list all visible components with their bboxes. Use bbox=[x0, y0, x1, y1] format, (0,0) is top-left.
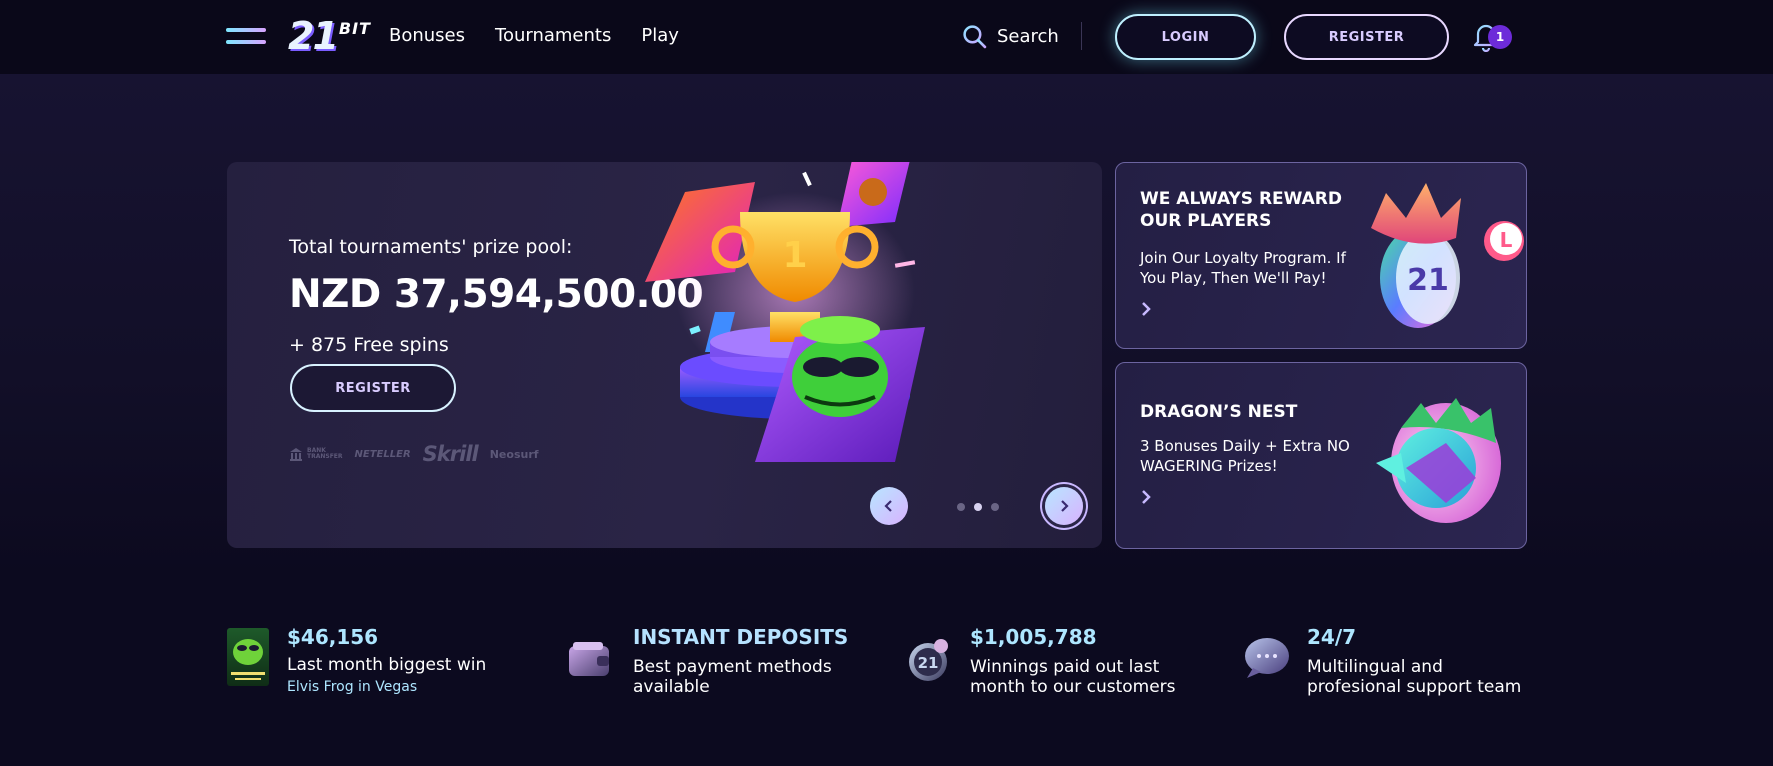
elvis-frog-thumbnail[interactable] bbox=[227, 628, 269, 686]
nav-item-tournaments[interactable]: Tournaments bbox=[495, 24, 611, 48]
coin-21-icon: 21 bbox=[909, 639, 948, 681]
svg-text:1: 1 bbox=[782, 235, 807, 276]
stat-biggest-win-desc: Last month biggest win bbox=[287, 655, 487, 675]
logo-suffix: BIT bbox=[338, 19, 371, 38]
hero-next-button[interactable] bbox=[1045, 487, 1083, 525]
hero-prize-amount: NZD 37,594,500.00 bbox=[289, 272, 704, 317]
svg-text:L: L bbox=[1500, 228, 1513, 252]
slide-dot[interactable] bbox=[957, 503, 965, 511]
dragons-nest-text: 3 Bonuses Daily + Extra NO WAGERING Priz… bbox=[1140, 437, 1350, 475]
login-button[interactable]: LOGIN bbox=[1115, 14, 1256, 60]
dragon-egg-illustration bbox=[1376, 398, 1501, 523]
chevron-right-icon bbox=[1142, 490, 1151, 504]
slide-dot-active[interactable] bbox=[974, 503, 982, 511]
hero-pre-title: Total tournaments' prize pool: bbox=[289, 236, 573, 258]
top-header: 21 BIT Bonuses Tournaments Play Search L… bbox=[0, 0, 1773, 74]
svg-text:21: 21 bbox=[918, 654, 939, 672]
chat-bubble-icon bbox=[1245, 638, 1289, 678]
loyalty-card-arrow[interactable] bbox=[1140, 300, 1152, 323]
slide-dot[interactable] bbox=[991, 503, 999, 511]
wallet-icon bbox=[569, 642, 609, 676]
hero-banner: Total tournaments' prize pool: NZD 37,59… bbox=[227, 162, 1102, 548]
main-nav: Bonuses Tournaments Play bbox=[389, 24, 679, 48]
neosurf-logo: Neosurf bbox=[489, 447, 539, 461]
bank-logo-line2: TRANSFER bbox=[307, 453, 343, 460]
loyalty-card-title: WE ALWAYS REWARD OUR PLAYERS bbox=[1140, 189, 1342, 231]
notification-count-badge: 1 bbox=[1488, 25, 1512, 49]
search-label: Search bbox=[997, 25, 1059, 47]
dragons-nest-card[interactable]: DRAGON’S NEST 3 Bonuses Daily + Extra NO… bbox=[1115, 362, 1527, 549]
loyalty-coin-illustration: 21 L bbox=[1371, 183, 1524, 328]
menu-icon[interactable] bbox=[226, 26, 266, 48]
site-logo[interactable]: 21 BIT bbox=[288, 12, 371, 56]
stat-instant-deposits-heading: INSTANT DEPOSITS bbox=[633, 625, 849, 649]
stat-biggest-win-amount: $46,156 bbox=[287, 625, 379, 649]
coin-label: 21 bbox=[1407, 263, 1449, 298]
payment-logos: BANK TRANSFER NETELLER Skrill Neosurf bbox=[289, 442, 539, 466]
hero-slide-dots bbox=[957, 503, 999, 511]
dragons-nest-title: DRAGON’S NEST bbox=[1140, 402, 1298, 422]
header-divider bbox=[1081, 22, 1082, 50]
hero-free-spins: + 875 Free spins bbox=[289, 334, 449, 356]
trophy-illustration: 1 bbox=[645, 162, 925, 462]
bank-transfer-logo: BANK TRANSFER bbox=[289, 447, 343, 461]
chevron-right-icon bbox=[1142, 302, 1151, 316]
chevron-right-icon bbox=[1061, 500, 1069, 512]
frog-icon bbox=[231, 639, 265, 680]
hero-prev-button[interactable] bbox=[870, 487, 908, 525]
search-button[interactable]: Search bbox=[962, 24, 1059, 49]
loyalty-card-text: Join Our Loyalty Program. If You Play, T… bbox=[1140, 249, 1346, 287]
stat-instant-deposits-desc: Best payment methods available bbox=[633, 657, 832, 697]
stat-winnings-paid-desc: Winnings paid out last month to our cust… bbox=[970, 657, 1176, 697]
stat-support-desc: Multilingual and profesional support tea… bbox=[1307, 657, 1522, 697]
neteller-logo: NETELLER bbox=[354, 448, 411, 460]
loyalty-card[interactable]: WE ALWAYS REWARD OUR PLAYERS Join Our Lo… bbox=[1115, 162, 1527, 349]
hero-register-button[interactable]: REGISTER bbox=[290, 364, 456, 412]
logo-number: 21 bbox=[288, 14, 339, 58]
stat-winnings-paid-amount: $1,005,788 bbox=[970, 625, 1097, 649]
nav-item-play[interactable]: Play bbox=[641, 24, 679, 48]
stat-biggest-win-game[interactable]: Elvis Frog in Vegas bbox=[287, 679, 417, 695]
stat-support-heading: 24/7 bbox=[1307, 625, 1357, 649]
chevron-left-icon bbox=[884, 500, 892, 512]
dragons-nest-arrow[interactable] bbox=[1140, 488, 1152, 511]
register-button[interactable]: REGISTER bbox=[1284, 14, 1449, 60]
nav-item-bonuses[interactable]: Bonuses bbox=[389, 24, 465, 48]
bank-icon bbox=[290, 448, 302, 461]
search-icon bbox=[963, 25, 987, 49]
skrill-logo: Skrill bbox=[422, 442, 479, 466]
